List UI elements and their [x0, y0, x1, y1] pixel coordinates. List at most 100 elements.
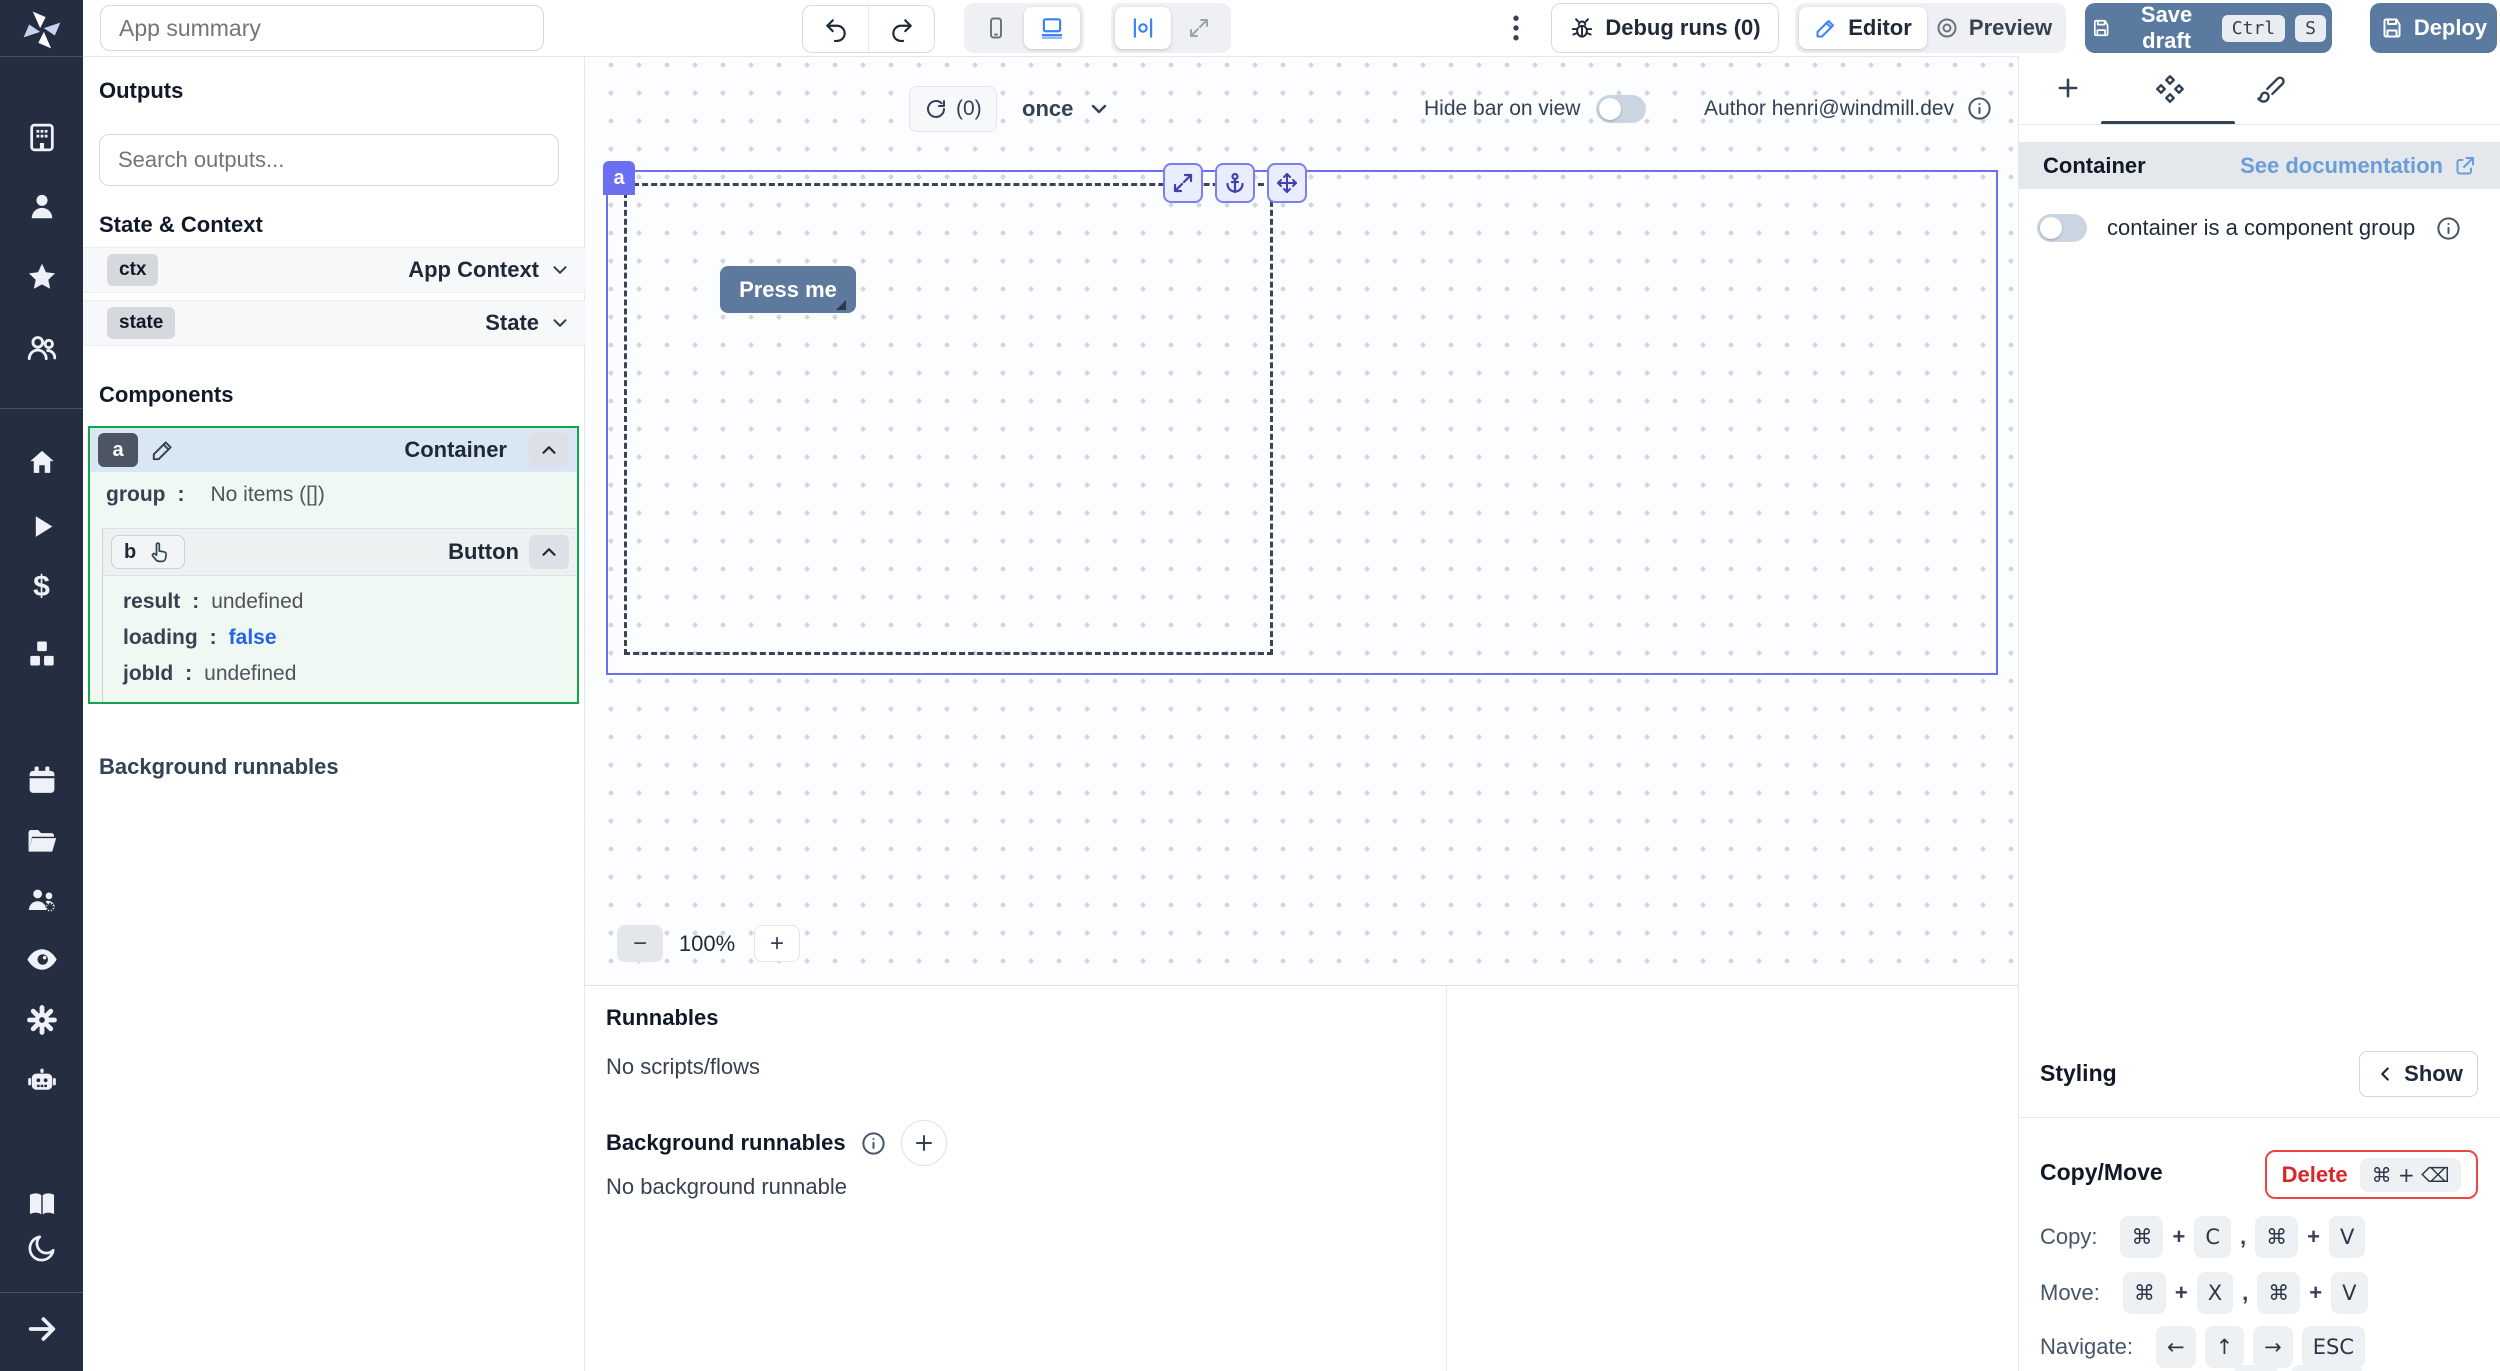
robot-icon[interactable] — [24, 1062, 59, 1097]
undo-button[interactable] — [803, 6, 868, 52]
zoom-in-button[interactable]: + — [754, 925, 800, 962]
tab-component-settings[interactable] — [2155, 74, 2185, 104]
full-width-button[interactable] — [1171, 7, 1227, 49]
refresh-mode-dropdown[interactable]: once — [1022, 86, 1111, 132]
collapse-container-button[interactable] — [529, 433, 569, 467]
save-icon — [2380, 16, 2404, 40]
shortcut-separator: + — [2307, 1224, 2320, 1250]
undo-redo-group — [802, 5, 935, 53]
team-icon[interactable] — [25, 331, 59, 365]
gear-icon[interactable] — [25, 1003, 59, 1037]
chevron-down-icon[interactable] — [549, 312, 571, 334]
more-menu-button[interactable] — [1498, 10, 1534, 46]
delete-label: Delete — [2282, 1162, 2348, 1188]
expand-icon — [1187, 16, 1211, 40]
author-label: Author henri@windmill.dev — [1704, 97, 1954, 121]
deploy-button[interactable]: Deploy — [2370, 3, 2497, 53]
outputs-title: Outputs — [99, 78, 183, 104]
hide-bar-label: Hide bar on view — [1424, 97, 1580, 121]
search-outputs-input[interactable] — [99, 134, 559, 186]
laptop-icon — [1039, 15, 1065, 41]
windmill-logo[interactable] — [20, 8, 64, 52]
button-b-pill[interactable]: b — [111, 535, 185, 569]
move-icon — [1275, 171, 1299, 195]
folder-open-icon[interactable] — [25, 824, 59, 858]
delete-component-button[interactable]: Delete ⌘ + ⌫ — [2265, 1150, 2478, 1199]
background-runnables-title: Background runnables — [606, 1130, 846, 1156]
kbd-key: ⌘ — [2120, 1216, 2163, 1258]
button-b-header[interactable]: b Button — [103, 528, 577, 576]
debug-runs-button[interactable]: Debug runs (0) — [1551, 3, 1779, 53]
tab-preview[interactable]: Preview — [1927, 7, 2060, 49]
components-title: Components — [99, 382, 233, 408]
prop-colon: : — [177, 483, 184, 507]
hand-pointer-icon — [148, 540, 172, 564]
runnables-empty-text: No scripts/flows — [606, 1054, 760, 1080]
home-icon[interactable] — [25, 446, 58, 479]
resize-handle[interactable] — [836, 300, 846, 310]
building-icon[interactable] — [25, 121, 58, 154]
app-summary-input[interactable] — [100, 5, 544, 51]
kbd-key: ⌘ — [2123, 1272, 2166, 1314]
add-background-runnable-button[interactable] — [901, 1120, 947, 1166]
button-type-label: Button — [448, 539, 519, 565]
book-icon[interactable] — [25, 1187, 59, 1221]
ctx-badge: ctx — [107, 254, 158, 286]
show-styling-button[interactable]: Show — [2359, 1051, 2478, 1097]
container-drop-zone[interactable] — [624, 183, 1273, 655]
save-draft-button[interactable]: Save draft Ctrl S — [2085, 3, 2332, 53]
dots-vertical-icon — [1498, 10, 1534, 46]
center-layout-button[interactable] — [1115, 7, 1171, 49]
component-group-toggle[interactable] — [2037, 214, 2087, 242]
tab-editor[interactable]: Editor — [1799, 7, 1927, 49]
prop-value: No items ([]) — [210, 483, 324, 507]
prop-colon: : — [185, 662, 192, 686]
admins-icon[interactable] — [24, 883, 59, 918]
zoom-out-button[interactable]: − — [617, 925, 663, 962]
dollar-icon[interactable]: $ — [33, 570, 50, 604]
info-icon[interactable] — [1966, 95, 1993, 122]
editor-preview-group: Editor Preview — [1795, 3, 2066, 53]
play-icon[interactable] — [25, 510, 58, 543]
state-type-label: State — [485, 310, 539, 336]
component-header: Container See documentation — [2019, 142, 2500, 189]
button-prop-row: loading : false — [123, 620, 577, 656]
moon-icon[interactable] — [26, 1232, 58, 1264]
tab-insert-component[interactable] — [2054, 74, 2082, 102]
deploy-label: Deploy — [2414, 15, 2487, 41]
redo-button[interactable] — [868, 6, 934, 52]
move-component-button[interactable] — [1267, 163, 1307, 203]
sidebar-rail: $ — [0, 0, 83, 1371]
refresh-icon — [924, 97, 948, 121]
person-icon[interactable] — [25, 190, 58, 223]
info-icon[interactable] — [860, 1130, 887, 1157]
rename-pencil-icon[interactable] — [150, 437, 176, 463]
star-icon[interactable] — [25, 261, 58, 294]
zoom-level: 100% — [677, 931, 737, 957]
expand-icon — [1171, 171, 1195, 195]
collapse-button-button[interactable] — [529, 535, 569, 569]
container-a-header[interactable]: a Container — [90, 428, 577, 472]
kbd-key: V — [2329, 1216, 2365, 1258]
canvas-press-me-button[interactable]: Press me — [720, 266, 856, 313]
expand-arrow-icon[interactable] — [25, 1312, 59, 1346]
info-icon[interactable] — [2435, 215, 2462, 242]
output-row-ctx[interactable]: ctx App Context — [83, 247, 585, 293]
tab-styling[interactable] — [2256, 74, 2286, 104]
mobile-view-button[interactable] — [968, 7, 1024, 49]
see-documentation-link[interactable]: See documentation — [2240, 153, 2477, 179]
eye-icon[interactable] — [24, 942, 59, 977]
anchor-component-button[interactable] — [1215, 163, 1255, 203]
output-row-state[interactable]: state State — [83, 300, 585, 346]
desktop-view-button[interactable] — [1024, 7, 1080, 49]
app-canvas[interactable]: (0) once Hide bar on view Author henri@w… — [585, 57, 2018, 985]
background-runnables-empty-text: No background runnable — [606, 1174, 847, 1200]
hide-bar-toggle[interactable] — [1596, 95, 1646, 123]
cubes-icon[interactable] — [25, 638, 58, 671]
refresh-button[interactable]: (0) — [909, 86, 997, 132]
undo-icon — [823, 16, 849, 42]
calendar-icon[interactable] — [25, 764, 58, 797]
expand-component-button[interactable] — [1163, 163, 1203, 203]
shortcut-label: Move: — [2040, 1280, 2100, 1306]
chevron-down-icon[interactable] — [549, 259, 571, 281]
